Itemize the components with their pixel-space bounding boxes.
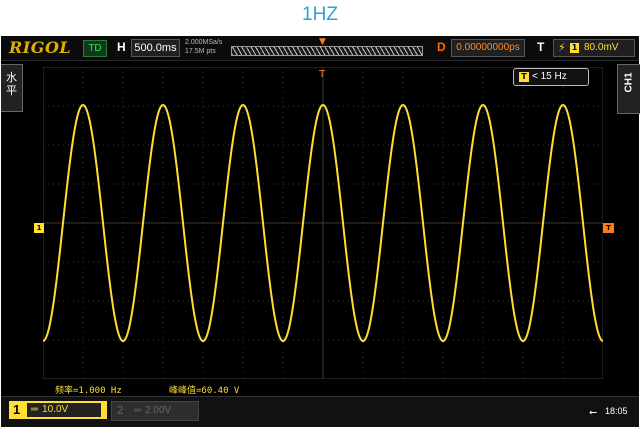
counter-icon: T [519,72,529,82]
oscilloscope-screen: RIGOL TD H 500.0ms 2.000MSa/s 17.5M pts … [1,36,640,427]
ch2-scale-field: ═ 2.00V [134,404,171,418]
memory-position-bar[interactable] [231,46,423,56]
ch2-number: 2 [117,403,124,417]
dc-coupling-icon: ═ [31,404,39,415]
trigger-position-marker-icon[interactable]: T [319,69,325,80]
trigger-channel: 1 [570,43,579,53]
brand-logo: RIGOL [9,38,72,57]
horizontal-label: H [117,40,126,54]
rising-edge-icon: ⚡ [558,41,566,54]
ch1-scale: 10.0V [42,404,69,415]
trigger-level-value: 80.0mV [584,42,619,53]
dc-coupling-icon: ═ [134,405,142,416]
measurement-frequency: 频率=1.000 Hz [55,386,122,396]
waveform-grid [43,67,603,379]
sample-rate: 2.000MSa/s [185,39,223,46]
acquisition-info: 2.000MSa/s 17.5M pts [185,38,222,56]
horizontal-menu-tab[interactable]: 水 平 [1,64,23,112]
usb-icon: ⭠ [589,407,597,418]
channel-bar: 1 ═ 10.0V 2 ═ 2.00V ⭠ 18:05 [1,396,639,427]
measurement-peak-to-peak: 峰峰值=60.40 V [169,386,240,396]
ch1-scale-tag[interactable]: 1 ═ 10.0V [9,401,107,419]
ch1-scale-field: ═ 10.0V [27,403,101,417]
channel-menu-tab[interactable]: CH1 [617,64,640,114]
status-bar: RIGOL TD H 500.0ms 2.000MSa/s 17.5M pts … [1,36,639,61]
trigger-delay-value[interactable]: 0.00000000ps [451,39,525,57]
memory-trigger-marker-icon: ▼ [319,37,326,47]
memory-depth: 17.5M pts [185,48,216,55]
timebase-value[interactable]: 500.0ms [131,39,180,57]
delay-label: D [437,40,446,54]
frequency-counter: T < 15 Hz [513,68,589,86]
ch2-scale: 2.00V [145,405,172,416]
channel-menu-label: CH1 [623,72,635,93]
trigger-label: T [537,40,545,54]
trigger-settings[interactable]: ⚡ 1 80.0mV [553,39,635,57]
image-caption: 1HZ [302,4,338,25]
ch1-ground-marker[interactable]: 1 [34,223,44,233]
horizontal-menu-label: 水 平 [6,71,17,97]
ch2-scale-tag[interactable]: 2 ═ 2.00V [111,401,199,421]
run-state-badge[interactable]: TD [83,40,107,57]
system-clock: 18:05 [605,406,628,416]
frequency-counter-value: < 15 Hz [532,71,567,82]
ch1-number: 1 [13,402,21,417]
trigger-level-marker[interactable]: T [603,223,614,233]
